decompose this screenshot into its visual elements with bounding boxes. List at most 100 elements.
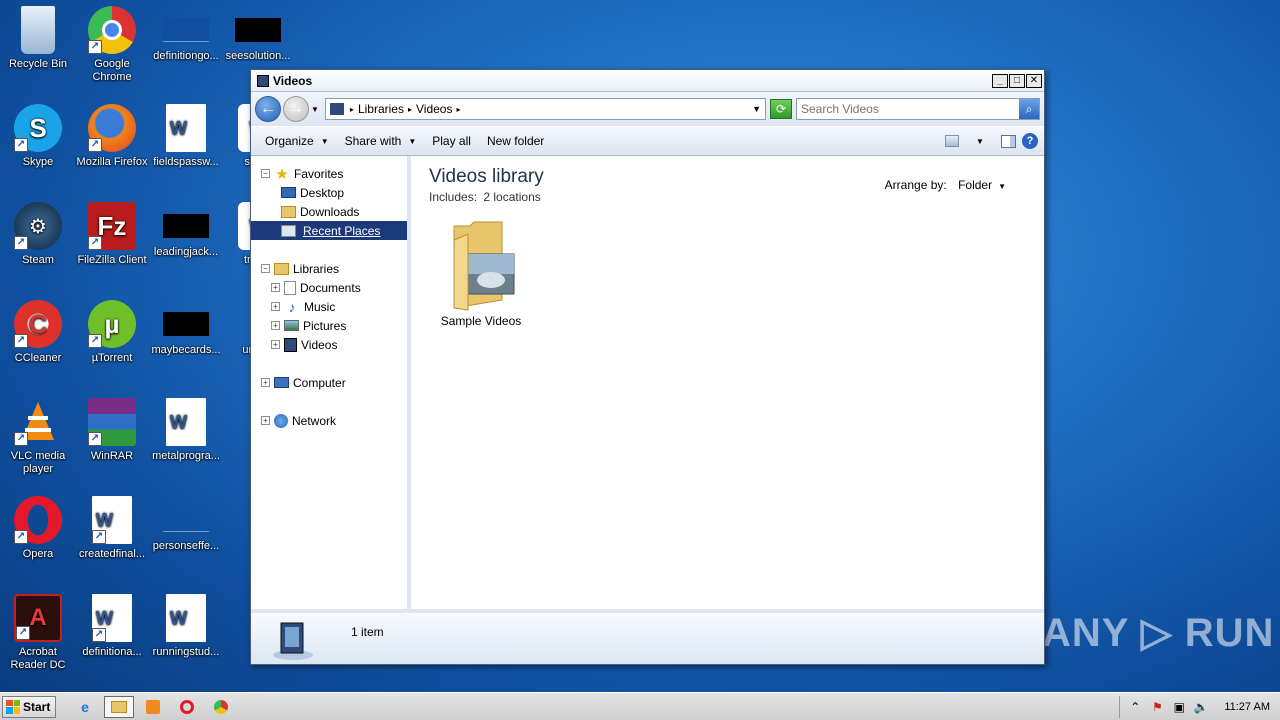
address-bar[interactable]: ▸ Libraries ▸ Videos ▸ ▼ — [324, 98, 766, 120]
collapse-icon[interactable]: − — [261, 169, 270, 178]
start-button[interactable]: Start — [2, 695, 56, 718]
collapse-icon[interactable]: − — [261, 264, 270, 273]
desktop-icon-vlc[interactable]: ↗ VLC media player — [0, 392, 76, 484]
expand-icon[interactable]: + — [271, 340, 280, 349]
content-pane[interactable]: Videos library Includes: 2 locations Arr… — [411, 156, 1044, 609]
desktop-icon-skype[interactable]: S ↗ Skype — [0, 98, 76, 190]
clock[interactable]: 11:27 AM — [1224, 701, 1270, 713]
desktop-icon-steam[interactable]: ⚙ ↗ Steam — [0, 196, 76, 288]
tree-item-pictures[interactable]: + Pictures — [251, 316, 407, 335]
tree-item-downloads[interactable]: Downloads — [251, 202, 407, 221]
desktop-icon-firefox[interactable]: ↗ Mozilla Firefox — [74, 98, 150, 190]
organize-button[interactable]: Organize ▼ — [265, 134, 329, 148]
desktop-icon-chrome[interactable]: ↗ Google Chrome — [74, 0, 150, 92]
refresh-button[interactable]: ⟳ — [770, 99, 792, 119]
tree-item-music[interactable]: + ♪ Music — [251, 297, 407, 316]
desktop-icon-createdfinal[interactable]: W ↗ createdfinal... — [74, 490, 150, 582]
taskbar-windows-explorer[interactable] — [104, 695, 134, 718]
winrar-icon: ↗ — [88, 398, 136, 446]
taskbar-chrome[interactable] — [206, 696, 236, 718]
desktop-icon-filezilla[interactable]: Fz ↗ FileZilla Client — [74, 196, 150, 288]
forward-button[interactable]: → — [283, 96, 309, 122]
breadcrumb-separator-icon[interactable]: ▸ — [408, 105, 412, 114]
expand-icon[interactable]: + — [271, 302, 280, 311]
document-icon — [163, 508, 209, 532]
desktop-icon-winrar[interactable]: ↗ WinRAR — [74, 392, 150, 484]
folder-item-sample-videos[interactable]: Sample Videos — [433, 220, 529, 328]
recent-pages-dropdown-icon[interactable]: ▼ — [311, 105, 319, 114]
tree-item-desktop[interactable]: Desktop — [251, 183, 407, 202]
help-icon[interactable]: ? — [1022, 133, 1038, 149]
tree-item-network[interactable]: + Network — [251, 411, 407, 430]
documents-icon — [284, 280, 296, 295]
search-icon[interactable]: ⌕ — [1019, 99, 1039, 119]
expand-icon[interactable]: + — [261, 378, 270, 387]
action-center-icon[interactable]: ⚑ — [1148, 700, 1166, 714]
breadcrumb-separator-icon[interactable]: ▸ — [350, 105, 354, 114]
back-button[interactable]: ← — [255, 96, 281, 122]
explorer-body: − ★ Favorites Desktop Downloads Recent P… — [251, 156, 1044, 609]
network-icon — [274, 413, 288, 428]
tree-item-computer[interactable]: + Computer — [251, 373, 407, 392]
search-input[interactable] — [797, 99, 1019, 119]
desktop-icon-fieldspassw[interactable]: W fieldspassw... — [148, 98, 224, 190]
volume-icon[interactable]: 🔈 — [1192, 700, 1210, 714]
desktop-icon-leadingjack[interactable]: leadingjack... — [148, 196, 224, 288]
media-player-icon — [146, 699, 160, 714]
change-view-icon[interactable] — [945, 135, 959, 147]
command-bar: Organize ▼ Share with ▼ Play all New folde… — [251, 126, 1044, 156]
minimize-button[interactable]: _ — [992, 73, 1008, 88]
navigation-pane[interactable]: − ★ Favorites Desktop Downloads Recent P… — [251, 156, 411, 609]
desktop-icon-metalprogra[interactable]: W metalprogra... — [148, 392, 224, 484]
show-hidden-icons-icon[interactable]: ⌃ — [1126, 700, 1144, 714]
desktop-icon-definitiongo[interactable]: definitiongo... — [148, 0, 224, 92]
view-options-dropdown-icon[interactable]: ▼ — [971, 133, 989, 149]
tree-item-documents[interactable]: + Documents — [251, 278, 407, 297]
explorer-window[interactable]: Videos _ □ ✕ ← → ▼ ▸ Libraries ▸ Videos … — [250, 69, 1045, 665]
desktop-icon-recycle-bin[interactable]: Recycle Bin — [0, 0, 76, 92]
expand-icon[interactable]: + — [271, 283, 280, 292]
tree-item-libraries[interactable]: − Libraries — [251, 259, 407, 278]
breadcrumb-separator-icon[interactable]: ▸ — [456, 105, 460, 114]
close-button[interactable]: ✕ — [1026, 73, 1042, 88]
tree-label: Desktop — [300, 185, 345, 200]
tree-item-favorites[interactable]: − ★ Favorites — [251, 164, 407, 183]
includes-locations-link[interactable]: 2 locations — [483, 190, 540, 204]
preview-pane-icon[interactable] — [1001, 134, 1016, 148]
expand-icon[interactable]: + — [261, 416, 270, 425]
desktop-icon-personseffe[interactable]: personseffe... — [148, 490, 224, 582]
desktop-icon-acrobat[interactable]: A ↗ Acrobat Reader DC — [0, 588, 76, 680]
start-label: Start — [23, 699, 51, 714]
breadcrumb-libraries[interactable]: Libraries — [358, 102, 404, 116]
tree-item-recent-places[interactable]: Recent Places — [251, 221, 407, 240]
desktop-icon-maybecards[interactable]: maybecards... — [148, 294, 224, 386]
maximize-button[interactable]: □ — [1009, 73, 1025, 88]
chrome-icon — [214, 699, 228, 714]
desktop-icon-ccleaner[interactable]: C ↗ CCleaner — [0, 294, 76, 386]
address-dropdown-icon[interactable]: ▼ — [752, 104, 761, 114]
window-titlebar[interactable]: Videos _ □ ✕ — [251, 70, 1044, 92]
share-with-button[interactable]: Share with ▼ — [345, 134, 417, 148]
breadcrumb-videos[interactable]: Videos — [416, 102, 452, 116]
windows-logo-icon — [6, 699, 20, 714]
tree-label: Network — [292, 413, 337, 428]
taskbar-media-player[interactable] — [138, 696, 168, 718]
taskbar-opera[interactable] — [172, 696, 202, 718]
expand-icon[interactable]: + — [271, 321, 280, 330]
desktop-icon-definitiona[interactable]: W ↗ definitiona... — [74, 588, 150, 680]
arrange-by-dropdown[interactable]: Folder ▼ — [958, 178, 1006, 192]
network-icon[interactable]: ▣ — [1170, 700, 1188, 714]
word-document-icon: W ↗ — [92, 594, 132, 642]
desktop-icon-opera[interactable]: ↗ Opera — [0, 490, 76, 582]
search-box[interactable]: ⌕ — [796, 98, 1040, 120]
new-folder-button[interactable]: New folder — [487, 134, 544, 148]
desktop-icon-runningstud[interactable]: W runningstud... — [148, 588, 224, 680]
desktop-icon-utorrent[interactable]: µ ↗ µTorrent — [74, 294, 150, 386]
utorrent-icon: µ ↗ — [88, 300, 136, 348]
taskbar-internet-explorer[interactable]: e — [70, 696, 100, 718]
chevron-down-icon: ▼ — [320, 136, 329, 146]
play-all-button[interactable]: Play all — [432, 134, 471, 148]
desktop-icon-label: Mozilla Firefox — [76, 156, 148, 168]
tree-item-videos[interactable]: + Videos — [251, 335, 407, 354]
desktop-icon-label: createdfinal... — [78, 548, 146, 560]
